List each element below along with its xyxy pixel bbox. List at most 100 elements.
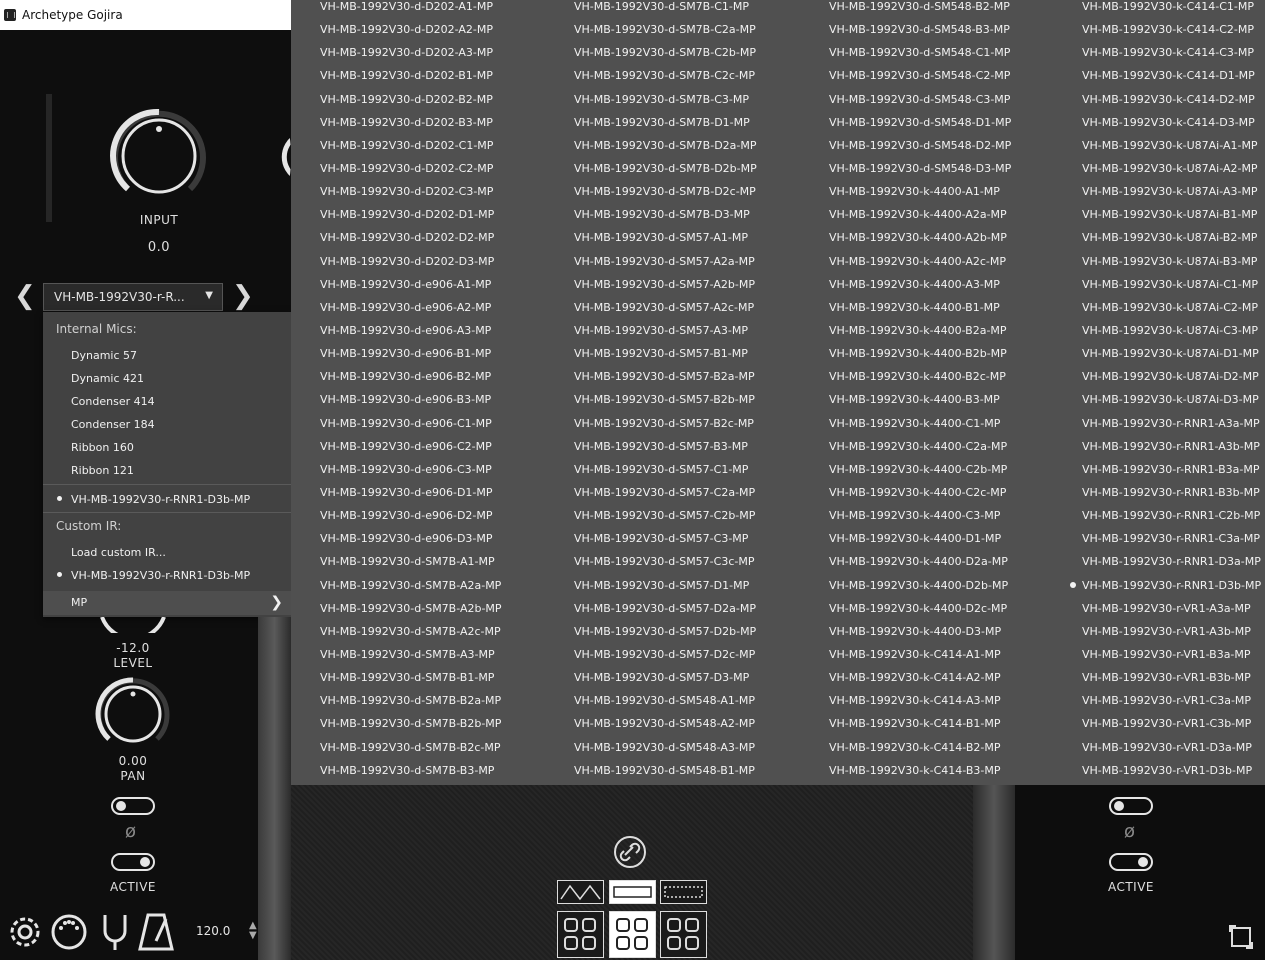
submenu-item[interactable]: VH-MB-1992V30-d-e906-C3-MP <box>320 463 502 486</box>
submenu-item[interactable]: VH-MB-1992V30-d-SM7B-A2a-MP <box>320 579 502 602</box>
submenu-item[interactable]: VH-MB-1992V30-k-C414-D1-MP <box>1082 69 1261 92</box>
submenu-item[interactable]: VH-MB-1992V30-k-U87Ai-A1-MP <box>1082 139 1261 162</box>
tuner-fork-icon[interactable] <box>100 913 130 955</box>
menu-item-condenser-184[interactable]: Condenser 184 <box>71 418 155 431</box>
submenu-item[interactable]: VH-MB-1992V30-d-SM57-D2c-MP <box>574 648 757 671</box>
submenu-item[interactable]: VH-MB-1992V30-d-D202-D2-MP <box>320 231 502 254</box>
submenu-item[interactable]: VH-MB-1992V30-d-SM57-D2a-MP <box>574 602 757 625</box>
submenu-item[interactable]: VH-MB-1992V30-r-VR1-A3a-MP <box>1082 602 1261 625</box>
cab-head-1-button[interactable] <box>557 880 604 904</box>
cab-head-3-button[interactable] <box>660 880 707 904</box>
submenu-item[interactable]: VH-MB-1992V30-k-U87Ai-B1-MP <box>1082 208 1261 231</box>
submenu-item[interactable]: VH-MB-1992V30-d-SM57-A3-MP <box>574 324 757 347</box>
submenu-item[interactable]: VH-MB-1992V30-d-SM57-B3-MP <box>574 440 757 463</box>
pan-knob[interactable] <box>95 677 171 749</box>
submenu-item[interactable]: VH-MB-1992V30-k-C414-B2-MP <box>829 741 1011 764</box>
submenu-item[interactable]: VH-MB-1992V30-d-e906-C2-MP <box>320 440 502 463</box>
submenu-item[interactable]: VH-MB-1992V30-k-4400-B1-MP <box>829 301 1011 324</box>
output-knob[interactable] <box>281 127 291 187</box>
submenu-item[interactable]: VH-MB-1992V30-d-SM7B-D3-MP <box>574 208 757 231</box>
submenu-item[interactable]: VH-MB-1992V30-d-e906-A3-MP <box>320 324 502 347</box>
submenu-item[interactable]: VH-MB-1992V30-r-VR1-B3a-MP <box>1082 648 1261 671</box>
submenu-item[interactable]: VH-MB-1992V30-d-SM57-A2c-MP <box>574 301 757 324</box>
submenu-item[interactable]: VH-MB-1992V30-k-4400-C1-MP <box>829 417 1011 440</box>
submenu-item[interactable]: VH-MB-1992V30-d-SM548-B1-MP <box>574 764 757 787</box>
tempo-stepper-icon[interactable]: ▲ ▼ <box>249 921 257 941</box>
submenu-item[interactable]: VH-MB-1992V30-r-RNR1-A3a-MP <box>1082 417 1261 440</box>
submenu-item[interactable]: VH-MB-1992V30-r-RNR1-A3b-MP <box>1082 440 1261 463</box>
submenu-item[interactable]: VH-MB-1992V30-k-4400-A2b-MP <box>829 231 1011 254</box>
submenu-item[interactable]: VH-MB-1992V30-d-D202-A2-MP <box>320 23 502 46</box>
submenu-item[interactable]: VH-MB-1992V30-d-D202-C2-MP <box>320 162 502 185</box>
submenu-item[interactable]: VH-MB-1992V30-k-4400-A2a-MP <box>829 208 1011 231</box>
submenu-item[interactable]: VH-MB-1992V30-d-SM7B-D2b-MP <box>574 162 757 185</box>
submenu-item[interactable]: VH-MB-1992V30-d-SM7B-A2b-MP <box>320 602 502 625</box>
submenu-item[interactable]: VH-MB-1992V30-d-SM57-D2b-MP <box>574 625 757 648</box>
submenu-item[interactable]: VH-MB-1992V30-r-RNR1-B3b-MP <box>1082 486 1261 509</box>
submenu-item[interactable]: VH-MB-1992V30-k-U87Ai-C2-MP <box>1082 301 1261 324</box>
submenu-item[interactable]: VH-MB-1992V30-d-SM57-B2a-MP <box>574 370 757 393</box>
cab-4x12-2-button[interactable] <box>609 911 656 958</box>
submenu-item[interactable]: VH-MB-1992V30-k-U87Ai-C3-MP <box>1082 324 1261 347</box>
submenu-item[interactable]: VH-MB-1992V30-k-4400-D3-MP <box>829 625 1011 648</box>
submenu-item[interactable]: VH-MB-1992V30-k-U87Ai-A3-MP <box>1082 185 1261 208</box>
submenu-item[interactable]: VH-MB-1992V30-d-SM548-B2-MP <box>829 0 1011 23</box>
submenu-item[interactable]: VH-MB-1992V30-d-SM7B-C2c-MP <box>574 69 757 92</box>
midi-icon[interactable] <box>50 913 88 955</box>
submenu-item[interactable]: VH-MB-1992V30-d-D202-C3-MP <box>320 185 502 208</box>
submenu-item[interactable]: VH-MB-1992V30-d-SM548-D2-MP <box>829 139 1011 162</box>
submenu-item[interactable]: VH-MB-1992V30-r-VR1-D3a-MP <box>1082 741 1261 764</box>
submenu-item[interactable]: VH-MB-1992V30-r-RNR1-B3a-MP <box>1082 463 1261 486</box>
submenu-item[interactable]: VH-MB-1992V30-d-SM57-B2c-MP <box>574 417 757 440</box>
submenu-item[interactable]: VH-MB-1992V30-d-SM57-A2a-MP <box>574 255 757 278</box>
submenu-item[interactable]: VH-MB-1992V30-d-SM548-D3-MP <box>829 162 1011 185</box>
submenu-item[interactable]: VH-MB-1992V30-k-C414-A3-MP <box>829 694 1011 717</box>
submenu-item[interactable]: VH-MB-1992V30-k-C414-D3-MP <box>1082 116 1261 139</box>
submenu-item[interactable]: VH-MB-1992V30-k-C414-A2-MP <box>829 671 1011 694</box>
submenu-item[interactable]: VH-MB-1992V30-k-4400-C3-MP <box>829 509 1011 532</box>
submenu-item[interactable]: VH-MB-1992V30-d-SM548-A3-MP <box>574 741 757 764</box>
submenu-item[interactable]: VH-MB-1992V30-k-4400-B2a-MP <box>829 324 1011 347</box>
submenu-item[interactable]: VH-MB-1992V30-k-C414-D2-MP <box>1082 93 1261 116</box>
submenu-item[interactable]: VH-MB-1992V30-r-RNR1-D3a-MP <box>1082 555 1261 578</box>
submenu-item[interactable]: VH-MB-1992V30-k-4400-C2b-MP <box>829 463 1011 486</box>
submenu-item[interactable]: VH-MB-1992V30-d-SM57-C3c-MP <box>574 555 757 578</box>
submenu-item[interactable]: VH-MB-1992V30-d-SM7B-A3-MP <box>320 648 502 671</box>
submenu-item[interactable]: VH-MB-1992V30-d-SM57-C3-MP <box>574 532 757 555</box>
submenu-item[interactable]: VH-MB-1992V30-d-SM548-C1-MP <box>829 46 1011 69</box>
active-toggle[interactable] <box>111 853 155 871</box>
right-active-toggle[interactable] <box>1109 853 1153 871</box>
submenu-item[interactable]: VH-MB-1992V30-r-RNR1-D3b-MP <box>1070 579 1261 602</box>
menu-item-condenser-414[interactable]: Condenser 414 <box>71 395 155 408</box>
submenu-item[interactable]: VH-MB-1992V30-d-e906-A1-MP <box>320 278 502 301</box>
submenu-item[interactable]: VH-MB-1992V30-d-SM57-D1-MP <box>574 579 757 602</box>
submenu-item[interactable]: VH-MB-1992V30-d-SM7B-B2a-MP <box>320 694 502 717</box>
submenu-item[interactable]: VH-MB-1992V30-k-C414-C1-MP <box>1082 0 1261 23</box>
submenu-item[interactable]: VH-MB-1992V30-k-C414-A1-MP <box>829 648 1011 671</box>
submenu-item[interactable]: VH-MB-1992V30-d-SM57-C2a-MP <box>574 486 757 509</box>
submenu-item[interactable]: VH-MB-1992V30-d-SM57-C2b-MP <box>574 509 757 532</box>
submenu-item[interactable]: VH-MB-1992V30-k-4400-A3-MP <box>829 278 1011 301</box>
input-knob[interactable] <box>108 107 210 199</box>
submenu-item[interactable]: VH-MB-1992V30-d-SM7B-D2a-MP <box>574 139 757 162</box>
submenu-item[interactable]: VH-MB-1992V30-d-SM7B-B2c-MP <box>320 741 502 764</box>
submenu-item[interactable]: VH-MB-1992V30-d-e906-D2-MP <box>320 509 502 532</box>
submenu-item[interactable]: VH-MB-1992V30-k-U87Ai-A2-MP <box>1082 162 1261 185</box>
submenu-item[interactable]: VH-MB-1992V30-k-4400-B2c-MP <box>829 370 1011 393</box>
settings-gear-icon[interactable] <box>6 913 44 955</box>
submenu-item[interactable]: VH-MB-1992V30-k-4400-D1-MP <box>829 532 1011 555</box>
submenu-item[interactable]: VH-MB-1992V30-d-SM548-A2-MP <box>574 717 757 740</box>
submenu-item[interactable]: VH-MB-1992V30-d-SM7B-B2b-MP <box>320 717 502 740</box>
submenu-item[interactable]: VH-MB-1992V30-k-4400-C2a-MP <box>829 440 1011 463</box>
submenu-item[interactable]: VH-MB-1992V30-d-e906-C1-MP <box>320 417 502 440</box>
submenu-item[interactable]: VH-MB-1992V30-d-SM7B-A2c-MP <box>320 625 502 648</box>
cab-head-2-button[interactable] <box>609 880 656 904</box>
submenu-item[interactable]: VH-MB-1992V30-r-VR1-C3b-MP <box>1082 717 1261 740</box>
submenu-item[interactable]: VH-MB-1992V30-k-4400-C2c-MP <box>829 486 1011 509</box>
submenu-item[interactable]: VH-MB-1992V30-d-e906-B2-MP <box>320 370 502 393</box>
submenu-item[interactable]: VH-MB-1992V30-d-SM7B-B1-MP <box>320 671 502 694</box>
submenu-item[interactable]: VH-MB-1992V30-d-e906-B3-MP <box>320 393 502 416</box>
submenu-item[interactable]: VH-MB-1992V30-d-SM7B-C3-MP <box>574 93 757 116</box>
submenu-item[interactable]: VH-MB-1992V30-d-SM7B-C2b-MP <box>574 46 757 69</box>
submenu-item[interactable]: VH-MB-1992V30-d-SM7B-C1-MP <box>574 0 757 23</box>
